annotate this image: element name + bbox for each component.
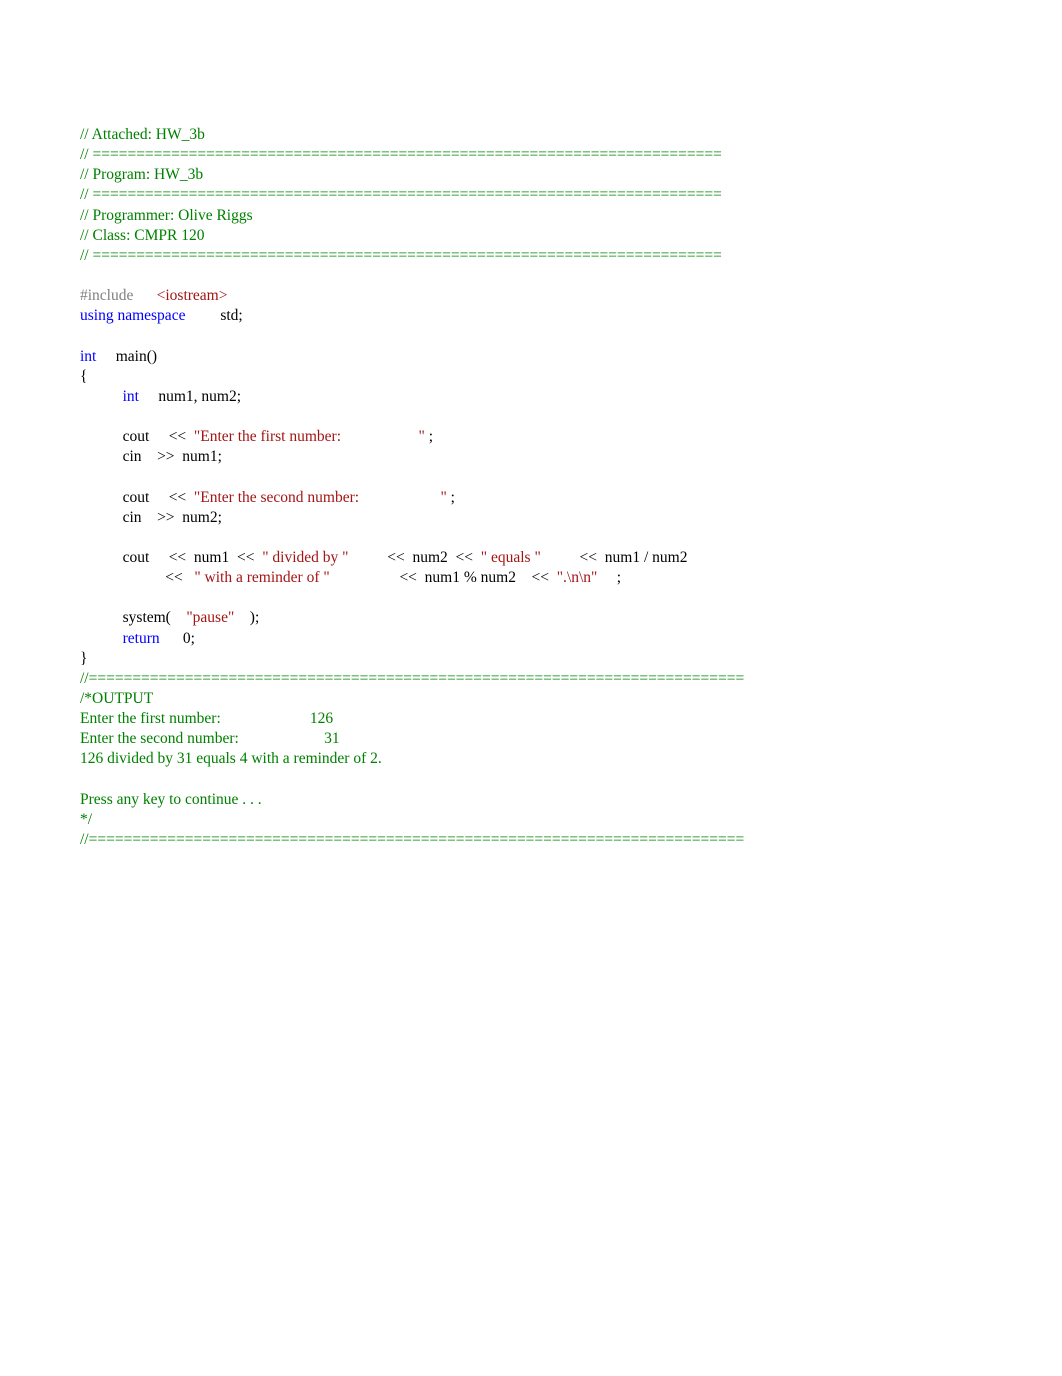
cout-second-prompt: cout << "Enter the second number: " ; — [80, 488, 982, 508]
comment-divider: //======================================… — [80, 669, 982, 689]
blank-line — [80, 266, 982, 286]
comment-program: // Program: HW_3b — [80, 165, 982, 185]
comment-divider: // =====================================… — [80, 145, 982, 165]
comment-attached: // Attached: HW_3b — [80, 125, 982, 145]
output-end: */ — [80, 810, 982, 830]
cin-second: cin >> num2; — [80, 508, 982, 528]
brace-open: { — [80, 367, 982, 387]
comment-class: // Class: CMPR 120 — [80, 226, 982, 246]
using-line: using namespace std; — [80, 306, 982, 326]
blank-line — [80, 588, 982, 608]
return-line: return 0; — [80, 629, 982, 649]
blank-line — [80, 528, 982, 548]
blank-line — [80, 467, 982, 487]
output-start: /*OUTPUT — [80, 689, 982, 709]
comment-divider: // =====================================… — [80, 246, 982, 266]
cout-result: cout << num1 << " divided by " << num2 <… — [80, 548, 982, 568]
cout-first-prompt: cout << "Enter the first number: " ; — [80, 427, 982, 447]
comment-programmer: // Programmer: Olive Riggs — [80, 206, 982, 226]
blank-line — [80, 407, 982, 427]
cout-result-cont: << " with a reminder of " << num1 % num2… — [80, 568, 982, 588]
output-line3: 126 divided by 31 equals 4 with a remind… — [80, 749, 982, 769]
blank-line — [80, 770, 982, 790]
brace-close: } — [80, 649, 982, 669]
main-decl: int main() — [80, 347, 982, 367]
include-line: #include <iostream> — [80, 286, 982, 306]
comment-divider: // =====================================… — [80, 185, 982, 205]
var-decl: int num1, num2; — [80, 387, 982, 407]
comment-divider: //======================================… — [80, 830, 982, 850]
output-press-any-key: Press any key to continue . . . — [80, 790, 982, 810]
system-pause: system( "pause" ); — [80, 608, 982, 628]
blank-line — [80, 326, 982, 346]
output-line1: Enter the first number: 126 — [80, 709, 982, 729]
cin-first: cin >> num1; — [80, 447, 982, 467]
output-line2: Enter the second number: 31 — [80, 729, 982, 749]
